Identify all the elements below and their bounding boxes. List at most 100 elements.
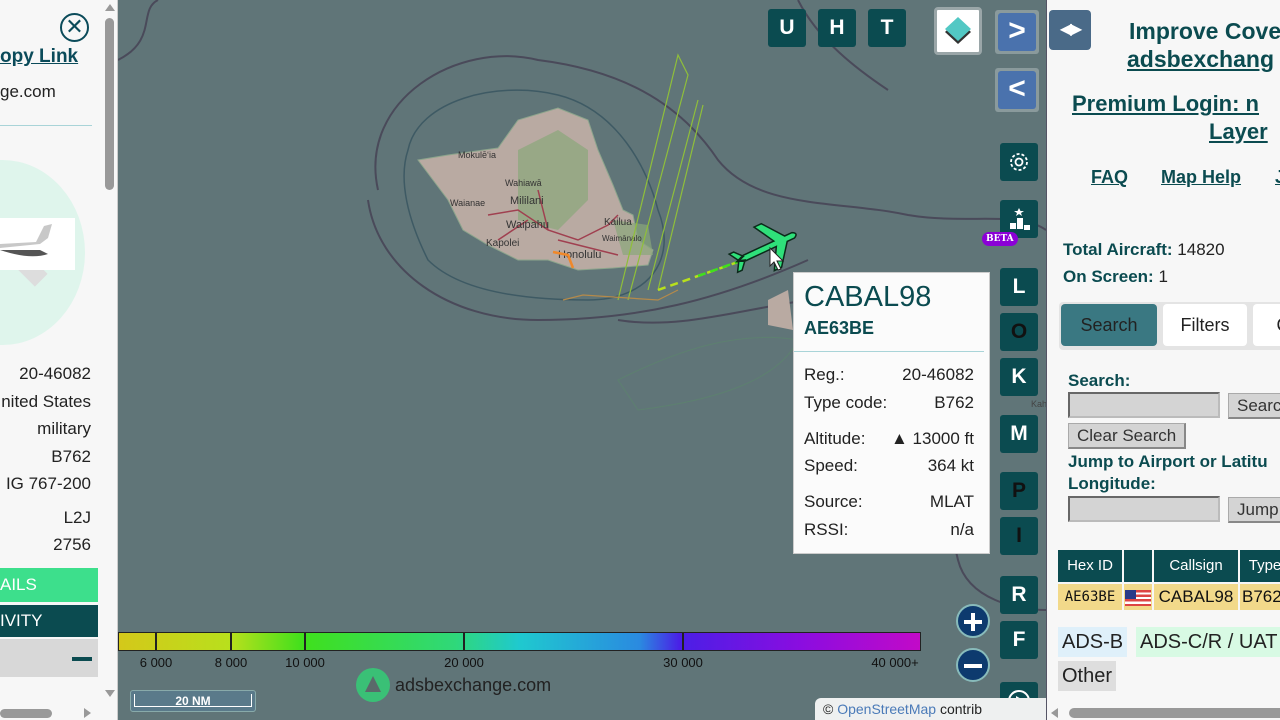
legend-adsb: ADS-B bbox=[1058, 627, 1128, 657]
aircraft-popup[interactable]: CABAL98 AE63BE Reg.: 20-46082 Type code: B… bbox=[793, 272, 990, 554]
plus-icon-vertical bbox=[971, 613, 975, 631]
map-button-p[interactable]: P bbox=[1000, 472, 1038, 510]
left-horizontal-scrollbar[interactable] bbox=[0, 706, 102, 720]
detail-type: IG 767-200 bbox=[5, 474, 91, 493]
sidebar: ◀▶ Improve Cove adsbexchang Premium Logi… bbox=[1046, 0, 1280, 720]
scale-bar: 20 NM bbox=[130, 690, 256, 712]
map-button-k[interactable]: K bbox=[1000, 358, 1038, 396]
place-label: Waianae bbox=[450, 198, 485, 208]
details-button[interactable]: AILS bbox=[0, 568, 98, 602]
scroll-down-icon[interactable] bbox=[105, 690, 115, 697]
legend-label: 30 000 bbox=[663, 655, 703, 670]
legend-tick bbox=[230, 632, 232, 651]
copyright-symbol: © bbox=[823, 701, 834, 717]
popup-key: Reg.: bbox=[804, 365, 845, 384]
track-line bbox=[657, 104, 704, 291]
attribution-suffix: contrib bbox=[939, 701, 982, 717]
site-link[interactable]: adsbexchang bbox=[1127, 46, 1274, 73]
scroll-thumb[interactable] bbox=[0, 709, 52, 718]
map-button-f[interactable]: F bbox=[1000, 621, 1038, 659]
copy-link[interactable]: opy Link bbox=[0, 46, 78, 68]
collapse-sidebar-button[interactable]: < bbox=[995, 68, 1039, 112]
legend-label: 40 000+ bbox=[871, 655, 919, 670]
map-button-t[interactable]: T bbox=[868, 9, 906, 47]
cell-type[interactable]: B762 bbox=[1240, 584, 1280, 610]
jump-input[interactable] bbox=[1068, 496, 1220, 522]
detail-type-code: B762 bbox=[51, 446, 91, 466]
map-view[interactable]: Mokulē‘ia Wahiawā Waianae Mililani Waipa… bbox=[118, 0, 1046, 720]
place-label: Mokulē‘ia bbox=[458, 150, 496, 160]
adsbexchange-app: ✕ opy Link ge.com 20-46082 nited States … bbox=[0, 0, 1280, 720]
map-button-r[interactable]: R bbox=[1000, 576, 1038, 614]
popup-callsign: CABAL98 bbox=[804, 281, 932, 313]
search-input[interactable] bbox=[1068, 392, 1220, 418]
detail-category: military bbox=[37, 419, 91, 438]
detail-type-desc: L2J bbox=[63, 507, 91, 527]
tab-filters[interactable]: Filters bbox=[1163, 304, 1247, 346]
settings-button[interactable] bbox=[1000, 143, 1038, 181]
map-button-u[interactable]: U bbox=[768, 9, 806, 47]
search-button[interactable]: Searc bbox=[1228, 393, 1280, 419]
scroll-thumb[interactable] bbox=[1069, 708, 1280, 718]
osm-link[interactable]: OpenStreetMap bbox=[837, 701, 936, 717]
premium-login-link-line2[interactable]: Layer bbox=[1209, 119, 1268, 145]
premium-login-link[interactable]: Premium Login: n bbox=[1072, 91, 1259, 117]
expand-sidebar-button[interactable]: > bbox=[995, 10, 1039, 54]
jump-label-line2: Longitude: bbox=[1068, 474, 1156, 493]
cell-hex[interactable]: AE63BE bbox=[1058, 584, 1122, 610]
map-help-link[interactable]: Map Help bbox=[1161, 167, 1241, 188]
popup-value: MLAT bbox=[929, 492, 974, 511]
scroll-left-icon[interactable] bbox=[1051, 708, 1058, 718]
scroll-up-icon[interactable] bbox=[105, 4, 115, 11]
toggle-sidebar-button[interactable]: ◀▶ bbox=[1049, 10, 1091, 50]
column-header-flag[interactable] bbox=[1124, 550, 1152, 582]
column-header-type[interactable]: Type bbox=[1240, 550, 1280, 582]
chevron-left-icon: < bbox=[998, 71, 1036, 109]
column-header-hex[interactable]: Hex ID bbox=[1058, 550, 1122, 582]
popup-value: 364 kt bbox=[927, 456, 974, 475]
aircraft-info-panel: ✕ opy Link ge.com 20-46082 nited States … bbox=[0, 0, 118, 720]
activity-button[interactable]: IVITY bbox=[0, 605, 98, 637]
column-header-callsign[interactable]: Callsign bbox=[1154, 550, 1238, 582]
map-button-i[interactable]: I bbox=[1000, 517, 1038, 555]
map-button-m[interactable]: M bbox=[1000, 415, 1038, 453]
altitude-color-legend bbox=[118, 632, 921, 651]
place-label: Wahiawā bbox=[505, 178, 542, 188]
map-button-o[interactable]: O bbox=[1000, 313, 1038, 351]
place-label: Mililani bbox=[510, 195, 544, 207]
scroll-right-icon[interactable] bbox=[84, 708, 91, 718]
legend-adsc-uat: ADS-C/R / UAT bbox=[1136, 627, 1280, 657]
aircraft-details-list: 20-46082 nited States military B762 IG 7… bbox=[1, 360, 91, 559]
sidebar-horizontal-scrollbar[interactable] bbox=[1047, 705, 1280, 720]
sidebar-tabs: Search Filters C bbox=[1059, 302, 1280, 350]
map-button-h[interactable]: H bbox=[818, 9, 856, 47]
cell-callsign[interactable]: CABAL98 bbox=[1154, 584, 1238, 610]
layers-button[interactable] bbox=[934, 7, 982, 55]
tab-other[interactable]: C bbox=[1253, 304, 1280, 346]
place-label: Kah bbox=[1031, 399, 1046, 409]
jump-button[interactable]: Jump bbox=[1228, 497, 1280, 523]
zoom-in-button[interactable] bbox=[956, 604, 990, 638]
scale-label: 20 NM bbox=[175, 694, 211, 708]
popup-value: B762 bbox=[934, 393, 974, 412]
minus-icon bbox=[964, 664, 982, 668]
map-button-l[interactable]: L bbox=[1000, 268, 1038, 306]
extra-link[interactable]: J bbox=[1275, 167, 1280, 188]
on-screen: On Screen: 1 bbox=[1063, 267, 1168, 287]
search-label: Search: bbox=[1068, 371, 1131, 390]
legend-label: 8 000 bbox=[214, 655, 248, 670]
faq-link[interactable]: FAQ bbox=[1091, 167, 1128, 188]
left-vertical-scrollbar[interactable] bbox=[102, 0, 117, 706]
popup-key: Type code: bbox=[804, 393, 888, 412]
on-screen-value: 1 bbox=[1158, 267, 1168, 286]
collapse-section[interactable] bbox=[0, 639, 98, 677]
total-aircraft-value: 14820 bbox=[1177, 240, 1225, 259]
close-icon[interactable]: ✕ bbox=[60, 13, 89, 42]
cell-flag[interactable] bbox=[1124, 584, 1152, 610]
aircraft-photo[interactable] bbox=[0, 218, 75, 270]
tab-search[interactable]: Search bbox=[1061, 304, 1157, 346]
zoom-out-button[interactable] bbox=[956, 648, 990, 682]
clear-search-button[interactable]: Clear Search bbox=[1068, 423, 1187, 449]
brand-text: adsbexchange.com bbox=[395, 674, 552, 695]
scroll-thumb[interactable] bbox=[105, 18, 114, 190]
